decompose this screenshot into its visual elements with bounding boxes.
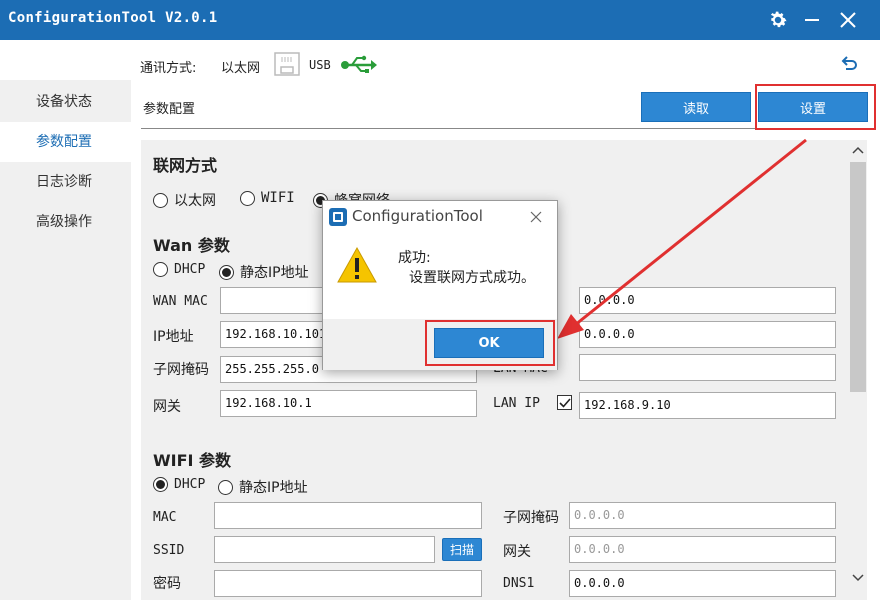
dialog-title: ConfigurationTool: [352, 207, 483, 225]
app-icon: [329, 208, 347, 230]
dialog-heading: 成功:: [398, 250, 431, 266]
dialog-message: 设置联网方式成功。: [409, 270, 535, 286]
highlight-ok-button: [425, 320, 555, 366]
warning-icon: [337, 246, 377, 287]
dialog-close-icon[interactable]: [526, 207, 546, 227]
